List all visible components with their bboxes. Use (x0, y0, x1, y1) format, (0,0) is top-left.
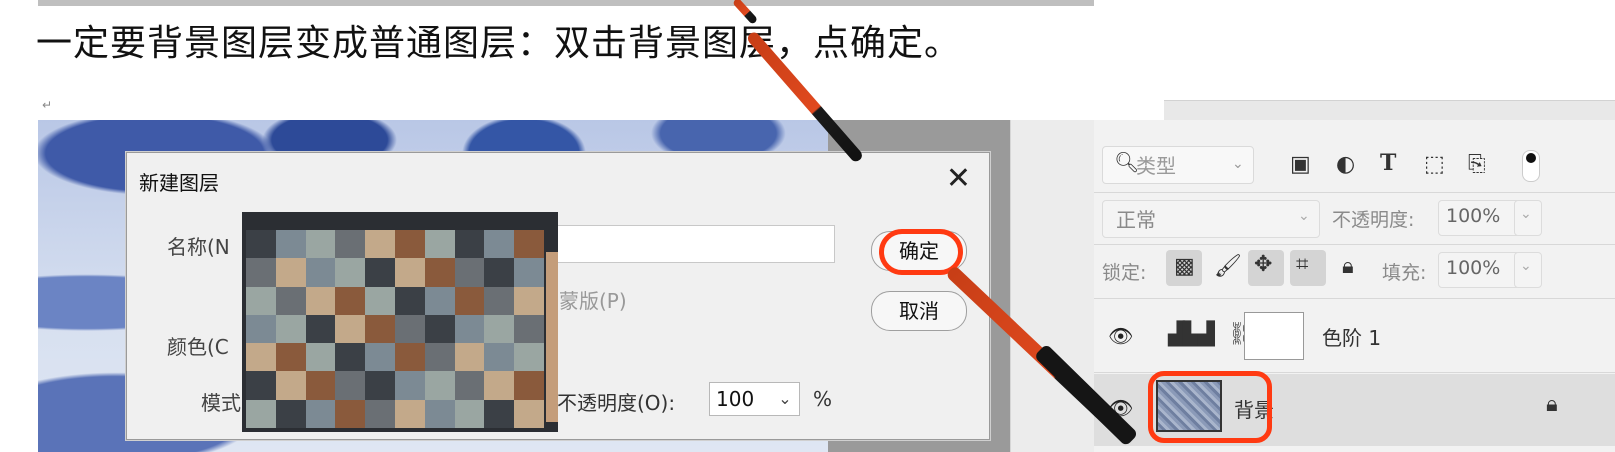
type-filter-icon[interactable]: T (1380, 150, 1396, 176)
mosaic-edge (546, 252, 558, 422)
instruction-text: 一定要背景图层变成普通图层：双击背景图层，点确定。 (36, 23, 962, 64)
panel-tab-bar (1164, 100, 1615, 121)
mode-label: 模式 (201, 391, 241, 415)
mosaic-grid (246, 230, 544, 428)
layer-row-levels[interactable]: 👁︎ ▟▙▟ ⛓︎ 色阶 1 (1094, 300, 1615, 372)
lock-icon[interactable]: 🔒︎ (1342, 254, 1354, 279)
layer-mask-thumbnail[interactable] (1244, 312, 1304, 360)
filter-toggle[interactable] (1522, 150, 1540, 182)
fill-value: 100% (1446, 257, 1501, 279)
checker-icon: ▩ (1174, 254, 1195, 279)
name-label: 名称(N (167, 235, 230, 259)
lock-label: 锁定: (1102, 262, 1147, 284)
document-top-strip (38, 0, 1118, 6)
separator (1094, 192, 1615, 193)
fill-label: 填充: (1382, 262, 1427, 284)
chevron-down-icon: ⌄ (1232, 156, 1244, 172)
opacity-input[interactable]: 100 (709, 382, 777, 416)
layer-name-input[interactable] (557, 225, 835, 263)
brush-icon[interactable]: 🖌︎ (1214, 254, 1242, 279)
image-filter-icon[interactable]: ▣ (1290, 152, 1311, 177)
dialog-title: 新建图层 (139, 171, 219, 195)
clipping-mask-option[interactable]: 蒙版(P) (559, 285, 627, 314)
chevron-down-icon: ⌄ (1298, 208, 1310, 224)
move-icon: ✥ (1254, 252, 1273, 277)
paragraph-mark: ↵ (42, 98, 53, 112)
chevron-down-icon: ⌄ (1520, 258, 1532, 274)
layer-name: 色阶 1 (1322, 326, 1382, 350)
chevron-down-icon: ⌄ (1520, 206, 1532, 222)
opacity-value: 100% (1446, 205, 1501, 227)
smart-object-filter-icon[interactable]: ⎘ (1468, 152, 1486, 177)
levels-icon: ▟▙▟ (1168, 322, 1215, 347)
adjustment-filter-icon[interactable]: ◐ (1336, 152, 1355, 177)
close-icon[interactable]: ✕ (946, 161, 971, 197)
opacity-label: 不透明度(O): (557, 391, 676, 415)
percent-sign: % (813, 387, 833, 411)
cancel-button[interactable]: 取消 (871, 291, 967, 331)
background-highlight-circle (1148, 371, 1272, 443)
color-label: 颜色(C (167, 335, 229, 359)
separator (1094, 244, 1615, 245)
pixelated-overlay (242, 212, 558, 432)
chevron-down-icon[interactable]: ⌄ (771, 382, 800, 416)
blend-mode-value: 正常 (1116, 208, 1156, 232)
filter-placeholder: 类型 (1136, 154, 1176, 178)
crop-icon: ⌗ (1296, 252, 1309, 277)
separator (1094, 298, 1615, 299)
eye-icon[interactable]: 👁︎ (1108, 324, 1133, 348)
opacity-label: 不透明度: (1332, 209, 1415, 231)
lock-icon: 🔒︎ (1546, 392, 1558, 417)
shape-filter-icon[interactable]: ⬚ (1424, 152, 1445, 177)
